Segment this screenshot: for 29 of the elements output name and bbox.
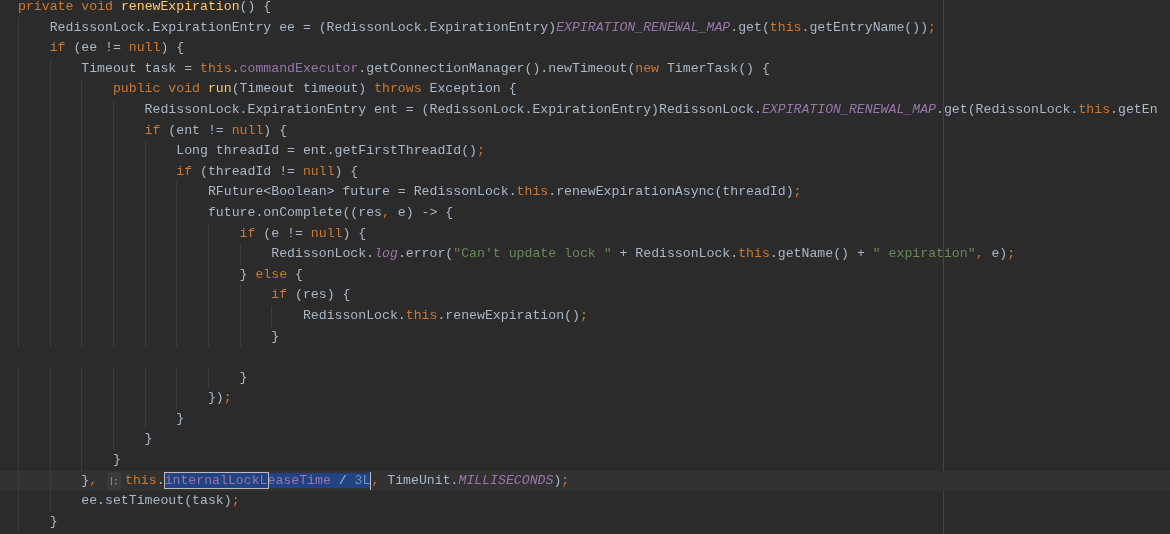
code-line: }); [207, 389, 232, 408]
code-line: } [112, 451, 121, 470]
code-line: if (threadId != null) { [176, 162, 359, 181]
code-line: ee.setTimeout(task); [81, 492, 240, 511]
code-line: } else { [239, 265, 303, 284]
code-line: this.internalLockLeaseTime / 3L [125, 471, 371, 490]
code-line: Long threadId = ent.getFirstThreadId(); [176, 142, 485, 161]
code-line: } [176, 409, 185, 428]
code-line: } [271, 327, 280, 346]
code-line: }, [81, 471, 99, 490]
code-line: private void renewExpiration() { [18, 0, 272, 16]
text-cursor [370, 471, 372, 490]
parameter-hint-icon[interactable] [107, 471, 122, 490]
code-line: public void run(Timeout timeout) throws Exception { [112, 80, 517, 99]
code-line: if (res) { [271, 286, 351, 305]
code-line: future.onComplete((res, e) -> { [207, 203, 454, 222]
code-line: } [49, 512, 58, 531]
code-line: if (ent != null) { [144, 121, 288, 140]
code-line: RedissonLock.log.error("Can't update lock " + RedissonLock.this.getName() + " expiration", e); [271, 245, 1016, 264]
code-line: if (e != null) { [239, 224, 367, 243]
code-line: if (ee != null) { [49, 39, 185, 58]
code-line: , TimeUnit.MILLISECONDS); [371, 471, 570, 490]
code-line: Timeout task = this.commandExecutor.getConnectionManager().newTimeout(new TimerTask() { [81, 59, 770, 78]
code-line: RedissonLock.this.renewExpiration(); [302, 306, 588, 325]
code-line: } [144, 430, 153, 449]
code-line: } [239, 368, 248, 387]
code-line: RedissonLock.ExpirationEntry ee = (RedissonLock.ExpirationEntry)EXPIRATION_RENEWAL_MAP.get(this.getEntryName()); [49, 18, 936, 37]
code-line: RFuture<Boolean> future = RedissonLock.this.renewExpirationAsync(threadId); [207, 183, 802, 202]
code-line: RedissonLock.ExpirationEntry ent = (RedissonLock.ExpirationEntry)RedissonLock.EXPIRATION_RENEWAL_MAP.get(RedissonLock.this.getEn [144, 100, 1158, 119]
